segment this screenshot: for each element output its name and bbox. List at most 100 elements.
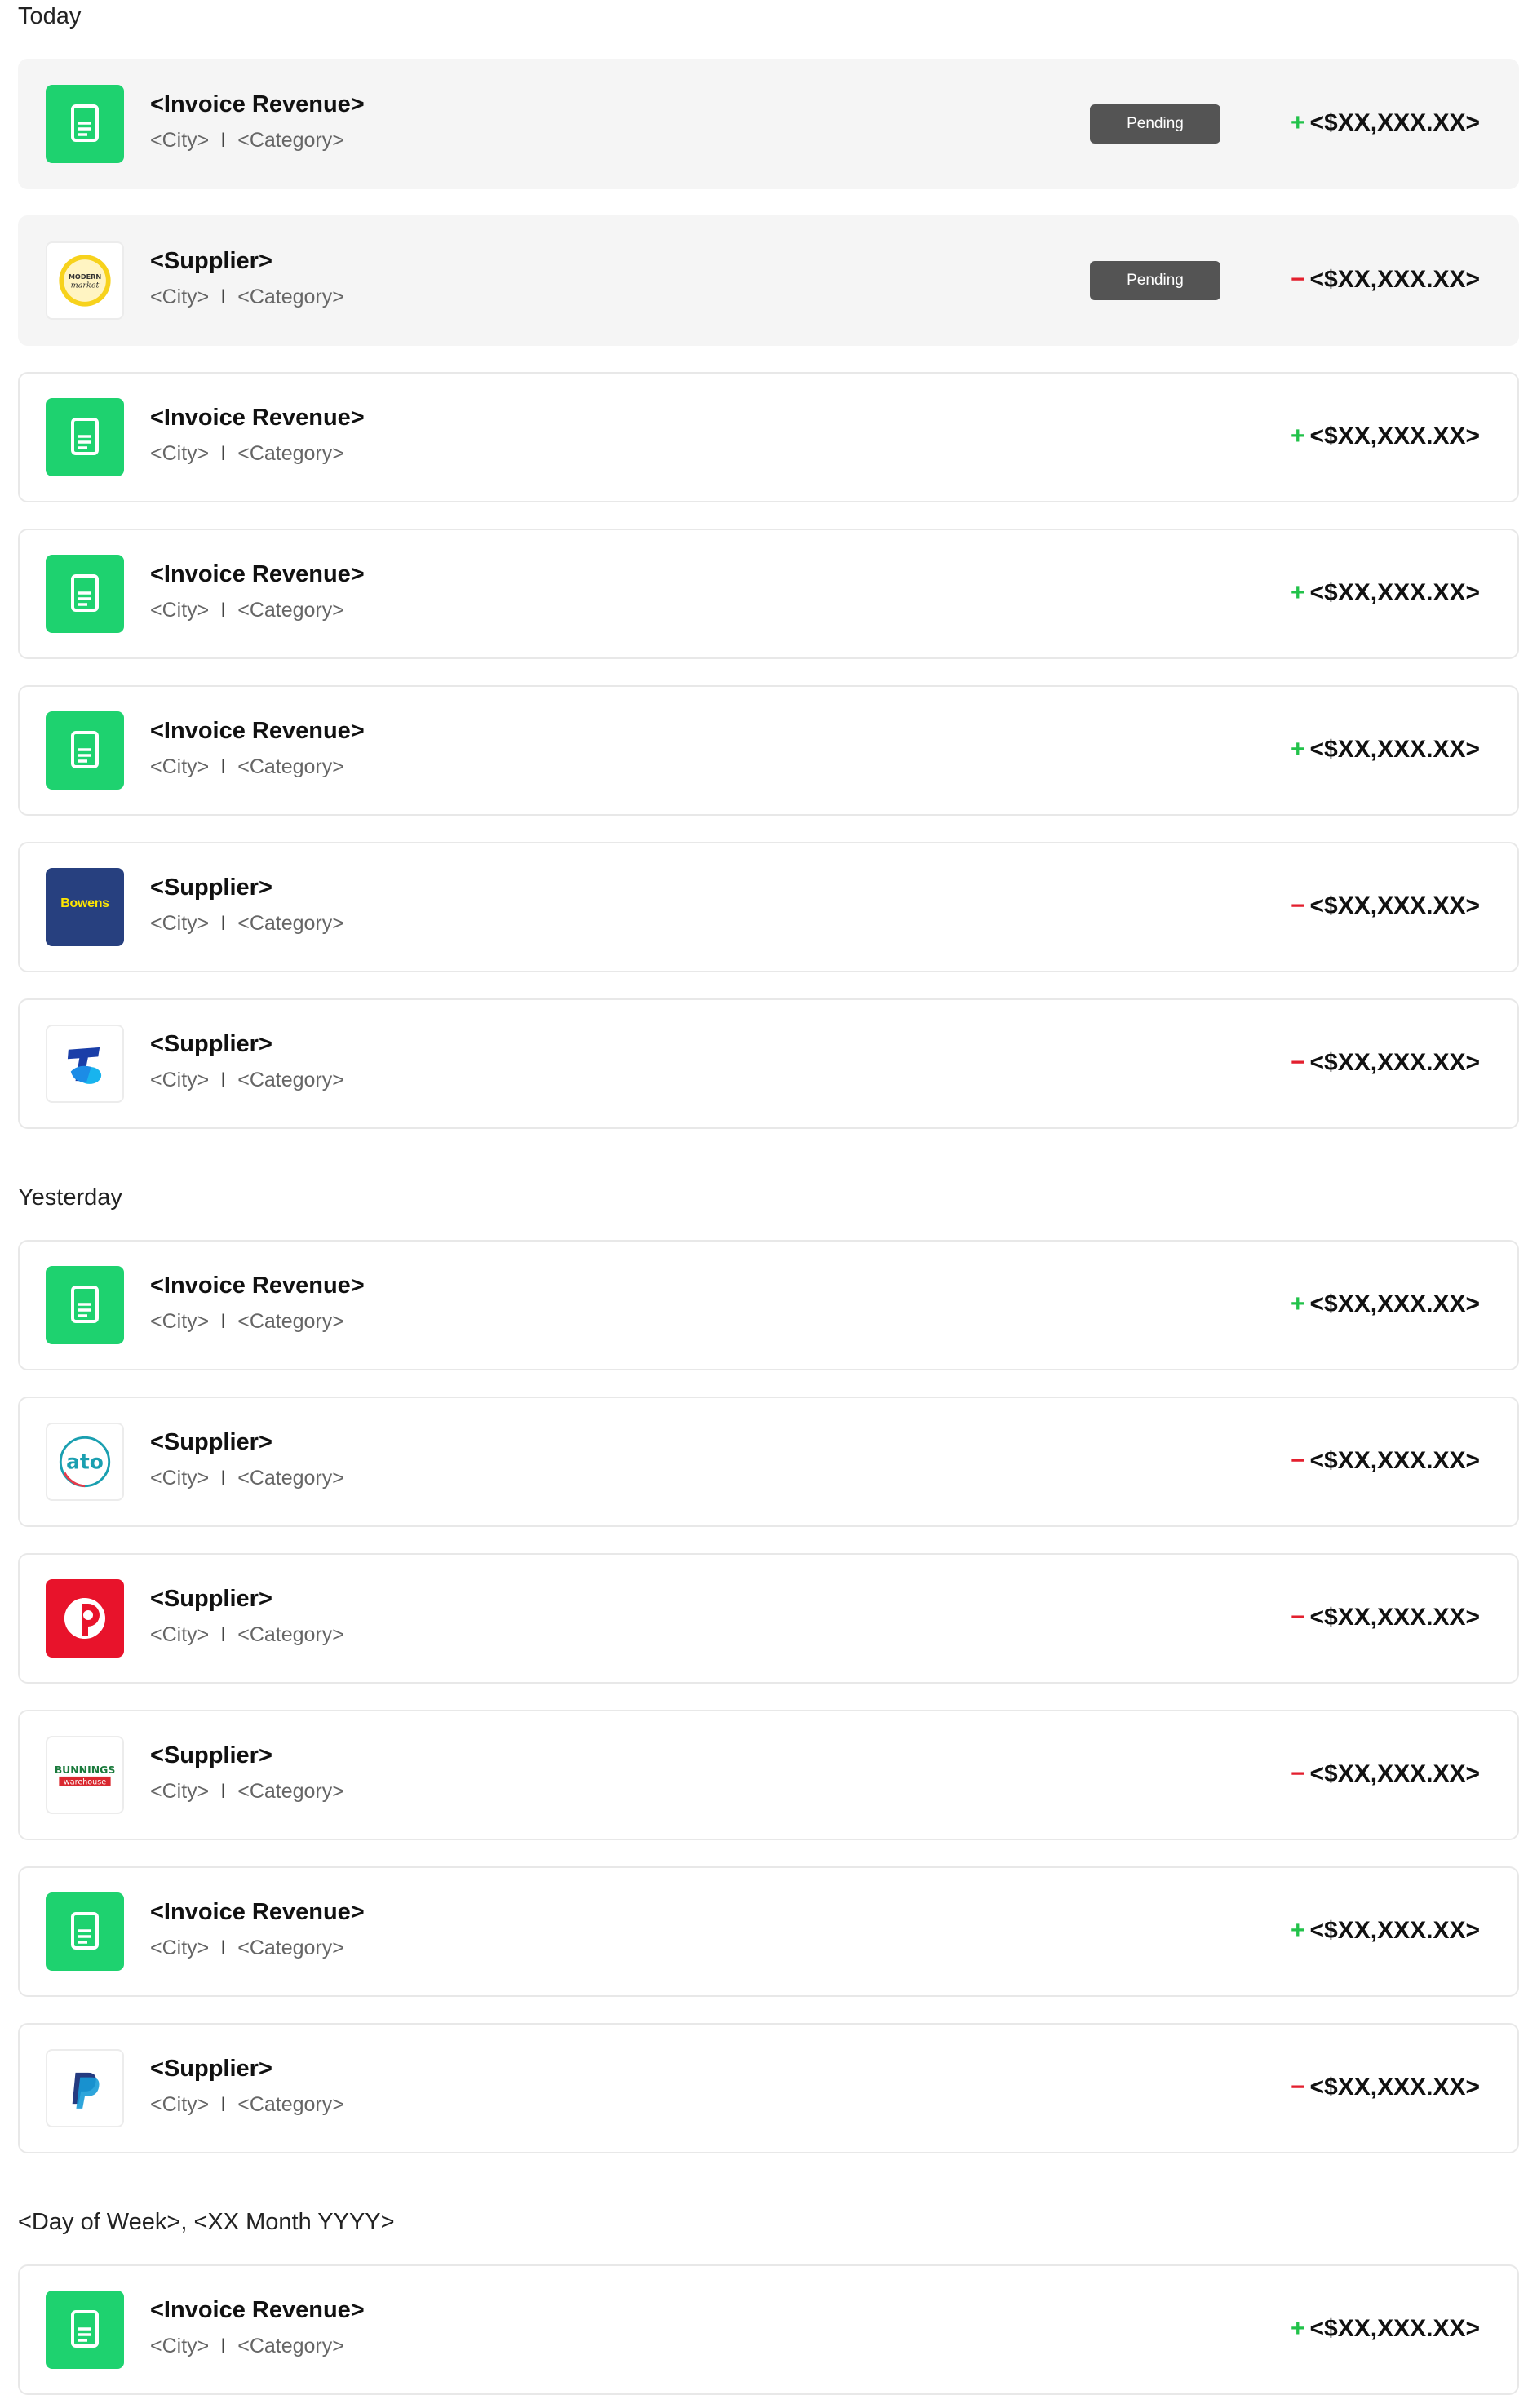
bunnings-logo-text: BUNNINGS [55, 1764, 116, 1776]
transaction-name: <Supplier> [150, 1586, 272, 1612]
category-label: <Category> [237, 755, 344, 778]
ato-logo-text: ato [66, 1450, 104, 1474]
transaction-meta: <City> I <Category> [150, 1625, 344, 1645]
invoice-document-icon [46, 711, 124, 790]
transaction-amount: − <$XX,XXX.XX> [1291, 894, 1480, 918]
amount-value: <$XX,XXX.XX> [1309, 2315, 1480, 2342]
ato-logo: ato [46, 1423, 124, 1501]
transaction-row[interactable]: <Invoice Revenue> <City> I <Category> Pend… [18, 59, 1519, 189]
city-label: <City> [150, 1623, 210, 1646]
invoice-document-icon [46, 555, 124, 633]
transaction-name: <Supplier> [150, 2056, 272, 2082]
separator: I [220, 1310, 227, 1333]
transaction-row[interactable]: <Invoice Revenue> <City> I <Category> + <$X… [18, 1240, 1519, 1370]
transaction-row[interactable]: MODERN market <Supplier> <City> I <Categor… [18, 215, 1519, 346]
pending-status-badge: Pending [1090, 104, 1220, 144]
credit-sign: + [1291, 1290, 1305, 1317]
debit-sign: − [1291, 1447, 1305, 1474]
modern-market-logo-text: market [71, 281, 100, 290]
transaction-amount: + <$XX,XXX.XX> [1291, 2317, 1480, 2341]
transaction-amount: − <$XX,XXX.XX> [1291, 2075, 1480, 2100]
pending-status-badge: Pending [1090, 261, 1220, 300]
bunnings-warehouse-logo: BUNNINGS warehouse [46, 1736, 124, 1814]
transaction-meta: <City> I <Category> [150, 2095, 344, 2115]
category-label: <Category> [237, 2335, 344, 2357]
group-heading-yesterday: Yesterday [18, 1184, 122, 1211]
separator: I [220, 1069, 227, 1091]
group-heading-date: <Day of Week>, <XX Month YYYY> [18, 2209, 395, 2235]
separator: I [220, 286, 227, 308]
transaction-meta: <City> I <Category> [150, 757, 344, 777]
transaction-list: Today <Invoice Revenue> <City> I <Category… [0, 0, 1537, 2408]
credit-sign: + [1291, 736, 1305, 763]
debit-sign: − [1291, 266, 1305, 293]
transaction-row[interactable]: <Invoice Revenue> <City> I <Category> + <$X… [18, 372, 1519, 502]
category-label: <Category> [237, 1467, 344, 1490]
category-label: <Category> [237, 442, 344, 465]
transaction-meta: <City> I <Category> [150, 1938, 344, 1959]
paypal-logo [46, 2049, 124, 2127]
invoice-document-icon [46, 398, 124, 476]
credit-sign: + [1291, 1917, 1305, 1944]
transaction-row[interactable]: <Supplier> <City> I <Category> − <$XX,XXX.X… [18, 1553, 1519, 1684]
transaction-row[interactable]: Bowens <Supplier> <City> I <Category> − <$X… [18, 842, 1519, 972]
transaction-name: <Supplier> [150, 248, 272, 274]
transaction-name: <Invoice Revenue> [150, 561, 365, 587]
separator: I [220, 755, 227, 778]
separator: I [220, 912, 227, 935]
amount-value: <$XX,XXX.XX> [1309, 109, 1480, 136]
city-label: <City> [150, 1937, 210, 1959]
credit-sign: + [1291, 2315, 1305, 2342]
transaction-meta: <City> I <Category> [150, 1468, 344, 1489]
bowens-logo-text: Bowens [60, 896, 109, 910]
city-label: <City> [150, 129, 210, 152]
transaction-meta: <City> I <Category> [150, 1070, 344, 1091]
city-label: <City> [150, 442, 210, 465]
australia-post-logo [46, 1579, 124, 1658]
transaction-row[interactable]: <Supplier> <City> I <Category> − <$XX,XXX.X… [18, 998, 1519, 1129]
debit-sign: − [1291, 2074, 1305, 2100]
transaction-row[interactable]: <Invoice Revenue> <City> I <Category> + <$X… [18, 1866, 1519, 1997]
transaction-meta: <City> I <Category> [150, 1782, 344, 1802]
amount-value: <$XX,XXX.XX> [1309, 1917, 1480, 1944]
transaction-name: <Invoice Revenue> [150, 405, 365, 431]
city-label: <City> [150, 1467, 210, 1490]
separator: I [220, 1623, 227, 1646]
transaction-name: <Invoice Revenue> [150, 1899, 365, 1925]
debit-sign: − [1291, 1760, 1305, 1787]
debit-sign: − [1291, 892, 1305, 919]
transaction-amount: − <$XX,XXX.XX> [1291, 268, 1480, 292]
transaction-name: <Supplier> [150, 1742, 272, 1768]
transaction-meta: <City> I <Category> [150, 2336, 344, 2357]
transaction-name: <Supplier> [150, 1429, 272, 1455]
separator: I [220, 599, 227, 622]
transaction-row[interactable]: <Invoice Revenue> <City> I <Category> + <$X… [18, 2264, 1519, 2395]
modern-market-logo: MODERN market [46, 241, 124, 320]
telstra-logo [46, 1025, 124, 1103]
city-label: <City> [150, 912, 210, 935]
transaction-name: <Invoice Revenue> [150, 2297, 365, 2323]
credit-sign: + [1291, 109, 1305, 136]
transaction-row[interactable]: ato <Supplier> <City> I <Category> − <$XX,X… [18, 1397, 1519, 1527]
transaction-row[interactable]: <Invoice Revenue> <City> I <Category> + <$X… [18, 529, 1519, 659]
transaction-row[interactable]: <Supplier> <City> I <Category> − <$XX,XXX.X… [18, 2023, 1519, 2153]
transaction-meta: <City> I <Category> [150, 131, 344, 151]
bunnings-logo-text: warehouse [64, 1778, 106, 1787]
transaction-row[interactable]: <Invoice Revenue> <City> I <Category> + <$X… [18, 685, 1519, 816]
category-label: <Category> [237, 1069, 344, 1091]
city-label: <City> [150, 1069, 210, 1091]
debit-sign: − [1291, 1604, 1305, 1631]
modern-market-logo-text: MODERN [69, 272, 102, 281]
category-label: <Category> [237, 912, 344, 935]
transaction-name: <Supplier> [150, 874, 272, 901]
invoice-document-icon [46, 1266, 124, 1344]
category-label: <Category> [237, 1780, 344, 1803]
amount-value: <$XX,XXX.XX> [1309, 2074, 1480, 2100]
transaction-name: <Invoice Revenue> [150, 718, 365, 744]
city-label: <City> [150, 755, 210, 778]
separator: I [220, 129, 227, 152]
separator: I [220, 1467, 227, 1490]
amount-value: <$XX,XXX.XX> [1309, 1049, 1480, 1076]
transaction-amount: − <$XX,XXX.XX> [1291, 1449, 1480, 1473]
transaction-row[interactable]: BUNNINGS warehouse <Supplier> <City> I <Ca… [18, 1710, 1519, 1840]
